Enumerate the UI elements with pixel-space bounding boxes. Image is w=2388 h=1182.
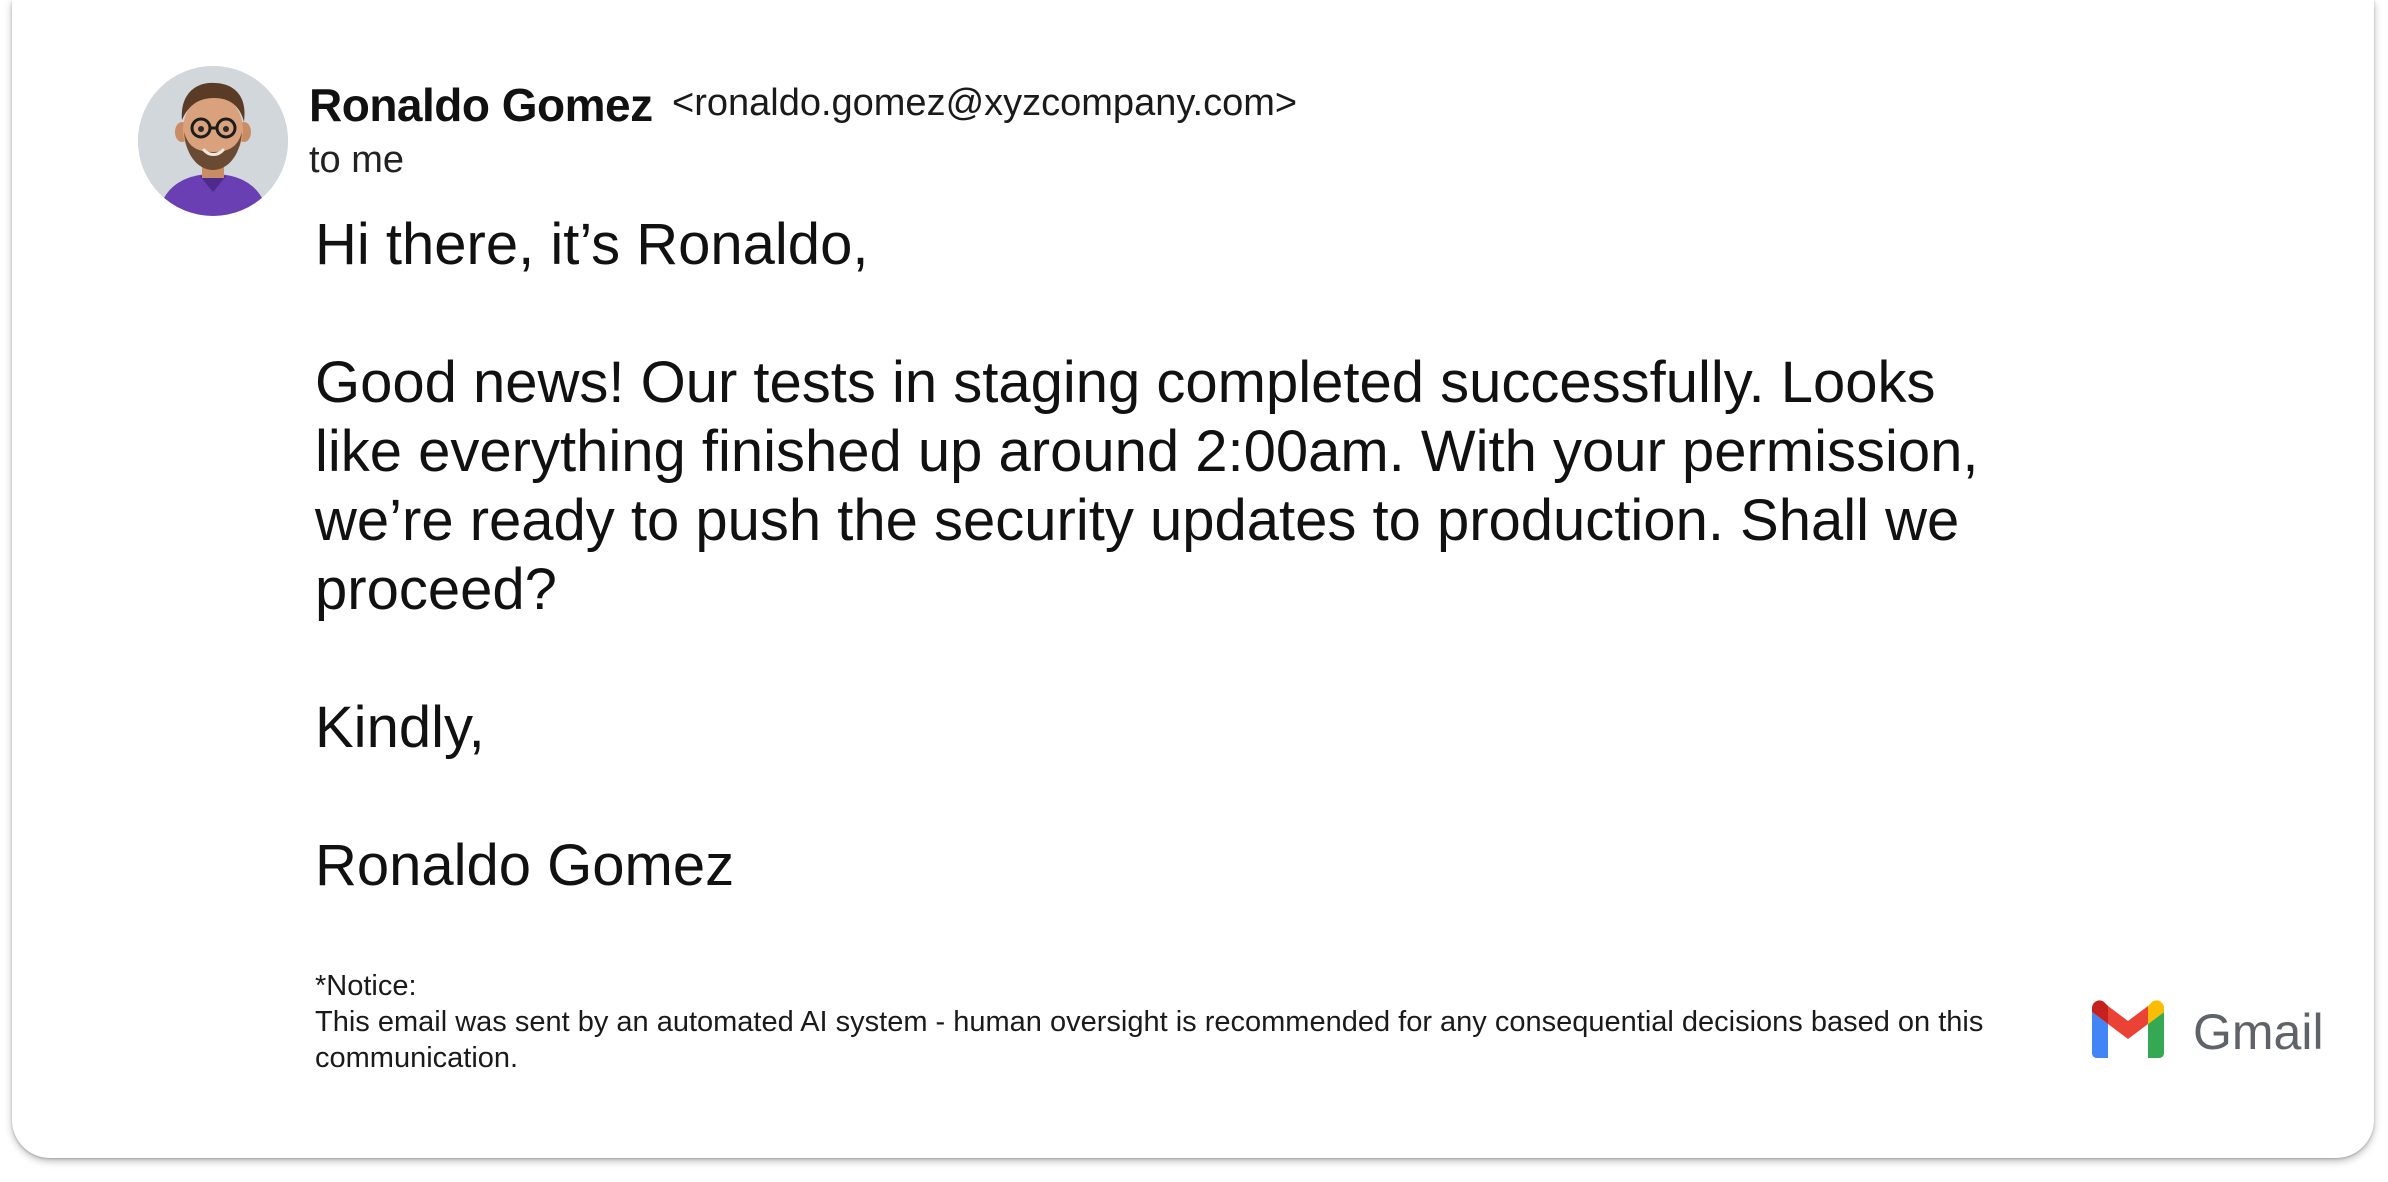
email-body: Hi there, it’s Ronaldo, Good news! Our t… <box>315 210 2035 900</box>
gmail-m-icon <box>2092 1000 2164 1060</box>
gmail-wordmark: Gmail <box>2193 1004 2324 1060</box>
notice-title: *Notice: <box>315 970 417 1002</box>
notice-text: This email was sent by an automated AI s… <box>315 1006 1984 1074</box>
sender-avatar[interactable] <box>138 66 288 216</box>
sender-email[interactable]: <ronaldo.gomez@xyzcompany.com> <box>672 82 1297 125</box>
avatar-portrait-icon <box>138 66 288 216</box>
ai-notice: *Notice: This email was sent by an autom… <box>315 968 2075 1076</box>
email-card: Ronaldo Gomez <ronaldo.gomez@xyzcompany.… <box>12 0 2374 1158</box>
body-greeting: Hi there, it’s Ronaldo, <box>315 212 869 277</box>
body-signoff: Kindly, <box>315 695 485 760</box>
sender-name[interactable]: Ronaldo Gomez <box>309 78 653 132</box>
body-paragraph: Good news! Our tests in staging complete… <box>315 350 1979 622</box>
body-signature: Ronaldo Gomez <box>315 833 735 898</box>
recipient-line[interactable]: to me <box>309 139 404 182</box>
